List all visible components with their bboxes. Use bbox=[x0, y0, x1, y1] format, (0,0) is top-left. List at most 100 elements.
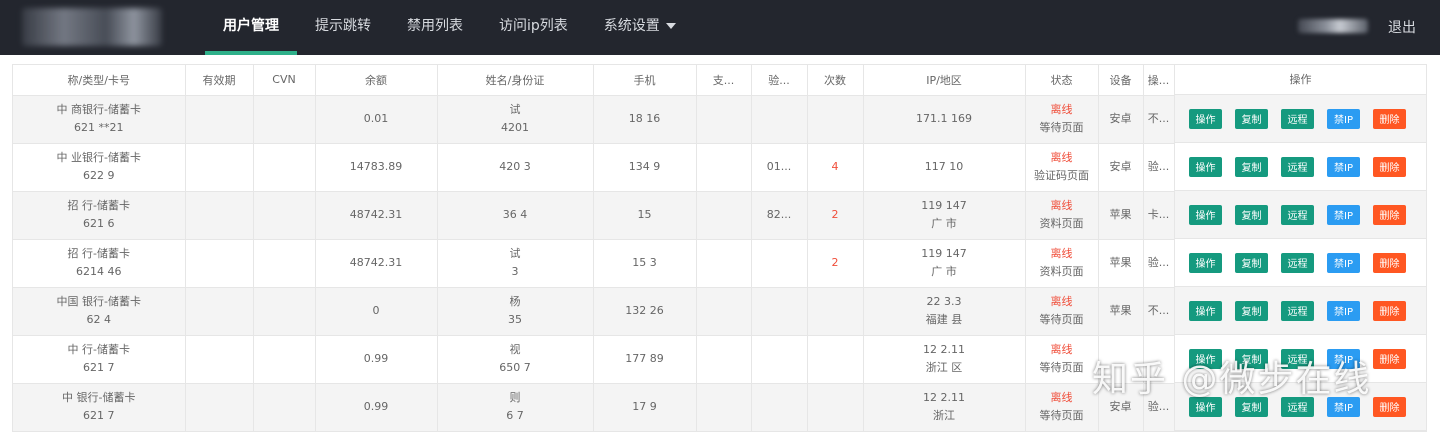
copy-button[interactable]: 复制 bbox=[1235, 300, 1268, 321]
pay-cell bbox=[696, 143, 752, 192]
copy-button[interactable]: 复制 bbox=[1235, 156, 1268, 177]
delete-button[interactable]: 删除 bbox=[1373, 108, 1406, 129]
delete-button[interactable]: 删除 bbox=[1373, 348, 1406, 369]
nav-system-settings[interactable]: 系统设置 bbox=[586, 0, 694, 55]
cell-text: 中国 银行-储蓄卡 bbox=[56, 295, 141, 308]
col-header-card: 称/类型/卡号 bbox=[13, 65, 186, 96]
count-cell bbox=[807, 95, 864, 144]
col-header-device: 设备 bbox=[1098, 65, 1144, 96]
operate-button[interactable]: 操作 bbox=[1189, 108, 1222, 129]
remote-button[interactable]: 远程 bbox=[1281, 252, 1314, 273]
count-value: 2 bbox=[831, 256, 839, 269]
ban-ip-button[interactable]: 禁IP bbox=[1327, 156, 1360, 177]
col-header-expiry: 有效期 bbox=[185, 65, 254, 96]
cell-text: 134 9 bbox=[628, 160, 661, 173]
copy-button[interactable]: 复制 bbox=[1235, 108, 1268, 129]
delete-button[interactable]: 删除 bbox=[1373, 396, 1406, 417]
verify-cell bbox=[751, 95, 808, 144]
nav-user-management[interactable]: 用户管理 bbox=[205, 0, 297, 55]
ban-ip-button[interactable]: 禁IP bbox=[1327, 108, 1360, 129]
ops-row: 操作 复制 远程 禁IP 删除 bbox=[1175, 143, 1426, 191]
nav-visit-ip-list[interactable]: 访问ip列表 bbox=[481, 0, 586, 55]
ops-row: 操作 复制 远程 禁IP 删除 bbox=[1175, 239, 1426, 287]
delete-button[interactable]: 删除 bbox=[1373, 156, 1406, 177]
status-cell: 离线 资料页面 bbox=[1025, 239, 1099, 288]
cell-text: 132 26 bbox=[625, 304, 664, 317]
cell-text: 中 行-储蓄卡 bbox=[67, 343, 130, 356]
operate-button[interactable]: 操作 bbox=[1189, 300, 1222, 321]
phone-cell: 177 89 bbox=[593, 335, 697, 384]
nav-ban-list[interactable]: 禁用列表 bbox=[389, 0, 481, 55]
copy-button[interactable]: 复制 bbox=[1235, 252, 1268, 273]
col-header-status: 状态 bbox=[1025, 65, 1099, 96]
cell-text: 36 4 bbox=[502, 208, 528, 221]
operate-button[interactable]: 操作 bbox=[1189, 156, 1222, 177]
cell-text: 则 bbox=[509, 391, 521, 404]
pay-cell bbox=[696, 95, 752, 144]
delete-button[interactable]: 删除 bbox=[1373, 204, 1406, 225]
logout-link[interactable]: 退出 bbox=[1388, 17, 1416, 37]
op-cell: 卡... bbox=[1143, 191, 1175, 240]
copy-button[interactable]: 复制 bbox=[1235, 204, 1268, 225]
card-cell: 中 行-储蓄卡 621 7 bbox=[13, 335, 186, 384]
col-header-cvn: CVN bbox=[253, 65, 316, 96]
cell-text: 浙江 区 bbox=[925, 361, 963, 374]
name-cell: 420 3 bbox=[437, 143, 594, 192]
remote-button[interactable]: 远程 bbox=[1281, 300, 1314, 321]
watermark: 知乎 @微步在线 bbox=[1092, 359, 1372, 400]
name-cell: 视 650 7 bbox=[437, 335, 594, 384]
phone-cell: 18 16 bbox=[593, 95, 697, 144]
cell-text: 资料页面 bbox=[1039, 265, 1084, 278]
cell-text: 119 147 bbox=[921, 199, 967, 212]
card-cell: 招 行-储蓄卡 6214 46 bbox=[13, 239, 186, 288]
nav-label: 系统设置 bbox=[603, 18, 660, 34]
nav-redirect-tips[interactable]: 提示跳转 bbox=[297, 0, 389, 55]
ip-cell: 117 10 bbox=[863, 143, 1026, 192]
nav-label: 提示跳转 bbox=[315, 18, 371, 34]
remote-button[interactable]: 远程 bbox=[1281, 156, 1314, 177]
verify-cell bbox=[751, 239, 808, 288]
nav-label: 访问ip列表 bbox=[499, 18, 568, 34]
ban-ip-button[interactable]: 禁IP bbox=[1327, 300, 1360, 321]
table-header-row: 称/类型/卡号 有效期 CVN 余额 姓名/身份证 手机 支... 验... 次… bbox=[13, 65, 1175, 96]
cell-text: 广 市 bbox=[931, 217, 957, 230]
balance-cell: 48742.31 bbox=[315, 191, 438, 240]
balance-cell: 0.01 bbox=[315, 95, 438, 144]
cvn-cell bbox=[253, 95, 316, 144]
cell-text: 621 7 bbox=[83, 409, 115, 422]
app-logo bbox=[22, 8, 162, 46]
balance-cell: 0.99 bbox=[315, 335, 438, 384]
cell-text: 招 行-储蓄卡 bbox=[67, 199, 130, 212]
remote-button[interactable]: 远程 bbox=[1281, 204, 1314, 225]
operate-button[interactable]: 操作 bbox=[1189, 204, 1222, 225]
verify-cell: 82... bbox=[751, 191, 808, 240]
remote-button[interactable]: 远程 bbox=[1281, 108, 1314, 129]
card-cell: 招 行-储蓄卡 621 6 bbox=[13, 191, 186, 240]
cell-text: 等待页面 bbox=[1039, 121, 1084, 134]
expiry-cell bbox=[185, 287, 254, 336]
cell-text: 14783.89 bbox=[349, 160, 403, 173]
operate-button[interactable]: 操作 bbox=[1189, 252, 1222, 273]
col-header-balance: 余额 bbox=[315, 65, 438, 96]
expiry-cell bbox=[185, 335, 254, 384]
user-menu[interactable] bbox=[1298, 19, 1368, 33]
verify-cell: 01... bbox=[751, 143, 808, 192]
cell-text: 621 7 bbox=[83, 361, 115, 374]
cell-text: 22 3.3 bbox=[926, 295, 962, 308]
ban-ip-button[interactable]: 禁IP bbox=[1327, 204, 1360, 225]
table-row: 招 行-储蓄卡 6214 46 48742.31 试 3 15 3 2 119 147 广 市离… bbox=[13, 239, 1175, 288]
cell-text: 621 6 bbox=[83, 217, 115, 230]
status-badge: 离线 bbox=[1050, 295, 1073, 308]
cell-text: 48742.31 bbox=[349, 256, 403, 269]
ip-cell: 12 2.11 浙江 区 bbox=[863, 335, 1026, 384]
delete-button[interactable]: 删除 bbox=[1373, 252, 1406, 273]
cell-text: 等待页面 bbox=[1039, 361, 1084, 374]
status-cell: 离线 等待页面 bbox=[1025, 383, 1099, 432]
cell-text: 杨 bbox=[509, 295, 521, 308]
status-badge: 离线 bbox=[1050, 199, 1073, 212]
col-header-ip: IP/地区 bbox=[863, 65, 1026, 96]
card-cell: 中 商银行-储蓄卡 621 **21 bbox=[13, 95, 186, 144]
ban-ip-button[interactable]: 禁IP bbox=[1327, 252, 1360, 273]
delete-button[interactable]: 删除 bbox=[1373, 300, 1406, 321]
cell-text: 420 3 bbox=[499, 160, 531, 173]
